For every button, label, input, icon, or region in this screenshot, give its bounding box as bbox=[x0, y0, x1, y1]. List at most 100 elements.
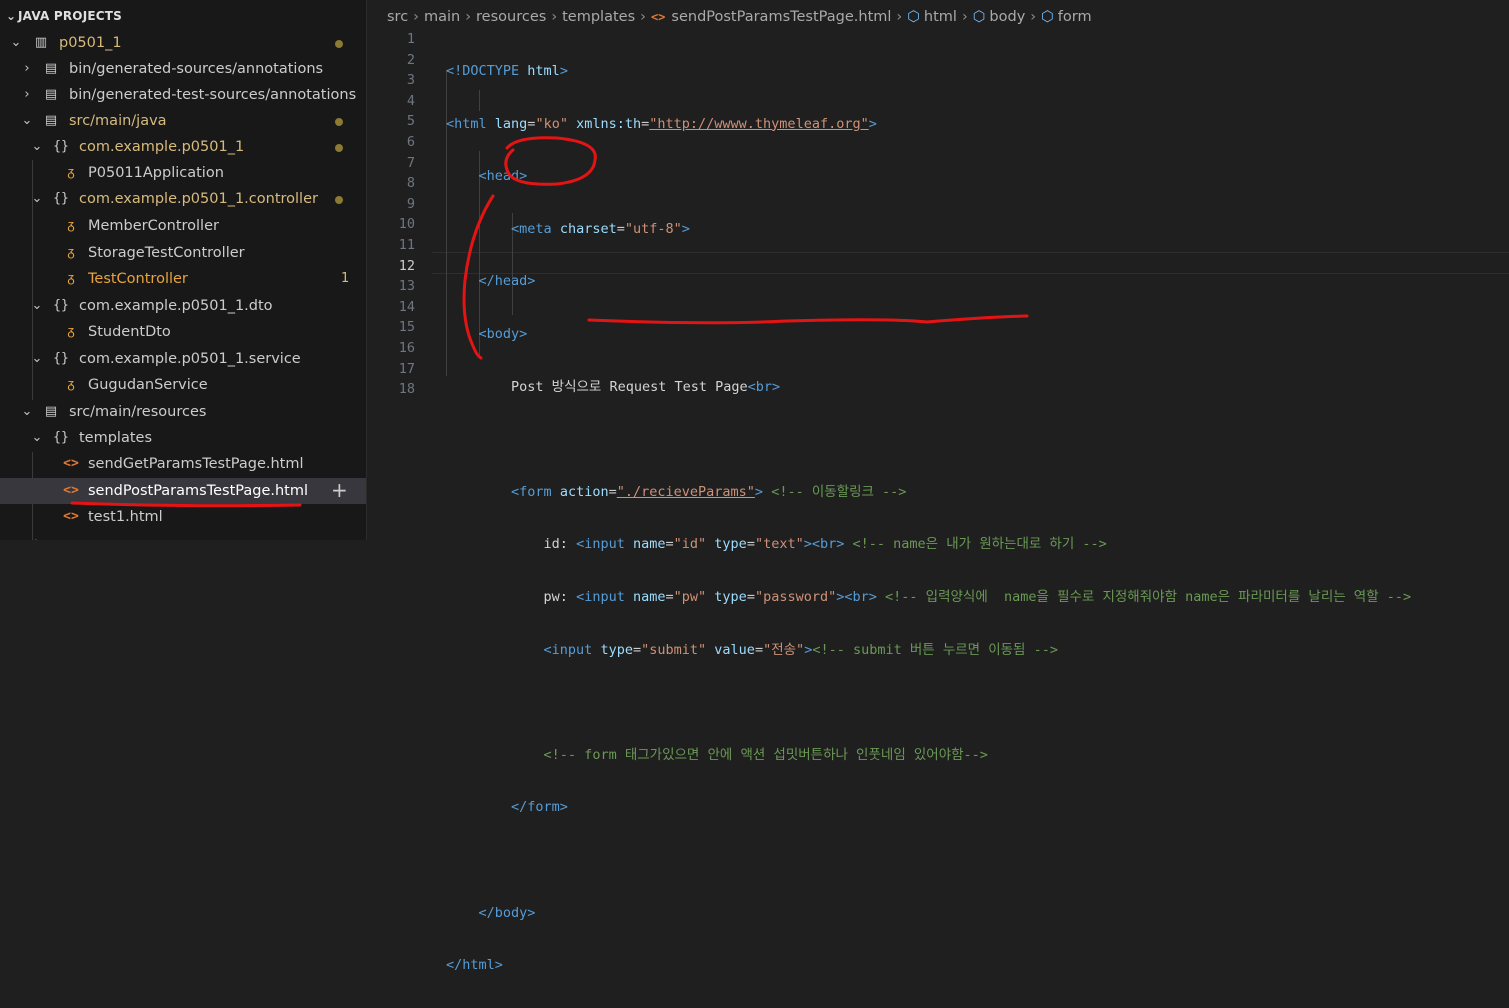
code-line: </head> bbox=[446, 271, 1411, 292]
html-file-icon: <> bbox=[650, 10, 666, 24]
token-text: id: bbox=[543, 536, 577, 553]
tree-item-src-main-resources[interactable]: ⌄ ▤ src/main/resources bbox=[0, 399, 366, 425]
tree-item-package-root[interactable]: ⌄ {} com.example.p0501_1 bbox=[0, 134, 366, 160]
token-tag: <meta bbox=[511, 220, 552, 237]
token-bracket: > bbox=[754, 483, 764, 500]
token-tag: </form> bbox=[511, 799, 568, 816]
token-eq: = bbox=[665, 588, 674, 605]
tree-item-generated-test-sources[interactable]: › ▤ bin/generated-test-sources/annotatio… bbox=[0, 82, 366, 108]
chevron-right-icon: › bbox=[30, 530, 44, 540]
chevron-right-icon: › bbox=[1030, 9, 1037, 25]
chevron-right-icon: › bbox=[24, 61, 30, 76]
token-url[interactable]: "http://wwww.thymeleaf.org" bbox=[649, 116, 868, 132]
class-icon: ᵹ bbox=[67, 165, 75, 180]
token-tag: <head> bbox=[478, 168, 528, 185]
line-number: 2 bbox=[406, 51, 415, 68]
tree-item-src-main-java[interactable]: ⌄ ▤ src/main/java bbox=[0, 108, 366, 134]
token-tag: <input bbox=[576, 588, 625, 605]
code-line: Post 방식으로 Request Test Page<br> bbox=[446, 377, 1411, 398]
tree-item-package-controller[interactable]: ⌄ {} com.example.p0501_1.controller bbox=[0, 186, 366, 212]
class-icon: ᵹ bbox=[67, 271, 75, 286]
line-number: 5 bbox=[406, 113, 415, 130]
package-icon: {} bbox=[53, 430, 69, 445]
breadcrumb-item[interactable]: sendPostParamsTestPage.html bbox=[671, 9, 891, 25]
token-tag: <form bbox=[511, 483, 552, 500]
breadcrumb-item[interactable]: main bbox=[424, 9, 460, 25]
tree-item-testcontroller[interactable]: ᵹ TestController 1 bbox=[0, 266, 366, 292]
tree-item-test1[interactable]: <> test1.html bbox=[0, 504, 366, 530]
chevron-down-icon: ⌄ bbox=[6, 9, 17, 23]
token-attr: charset bbox=[559, 220, 617, 237]
token-tag: </html> bbox=[446, 957, 503, 974]
token-eq: = bbox=[754, 641, 764, 658]
tree-item-generated-sources[interactable]: › ▤ bin/generated-sources/annotations bbox=[0, 56, 366, 82]
token-eq: = bbox=[608, 483, 617, 500]
breadcrumb-item[interactable]: src bbox=[387, 9, 408, 25]
tree-item-studentdto[interactable]: ᵹ StudentDto bbox=[0, 319, 366, 345]
token-doctype: <!DOCTYPE bbox=[446, 63, 520, 79]
token-string: "ko" bbox=[535, 115, 568, 132]
line-number: 13 bbox=[398, 278, 415, 295]
token-comment: <!-- 입력양식에 name을 필수로 지정해줘야함 name은 파라미터를 … bbox=[885, 588, 1412, 605]
line-number: 18 bbox=[398, 381, 415, 398]
code-line: <body> bbox=[446, 324, 1411, 345]
tree-item-project[interactable]: ⌄ ▥ p0501_1 bbox=[0, 30, 366, 56]
code-line: <form action="./recieveParams"> <!-- 이동할… bbox=[446, 482, 1411, 503]
tree-item-membercontroller[interactable]: ᵹ MemberController bbox=[0, 213, 366, 239]
tree-item-p05011application[interactable]: ᵹ P05011Application bbox=[0, 160, 366, 186]
line-number: 14 bbox=[398, 298, 415, 315]
package-icon: {} bbox=[53, 351, 69, 366]
token-text: pw: bbox=[543, 588, 577, 605]
breadcrumb-item[interactable]: form bbox=[1058, 9, 1092, 25]
breadcrumb-item[interactable]: html bbox=[924, 9, 957, 25]
breadcrumb-item[interactable]: resources bbox=[476, 9, 546, 25]
token-tag: <br> bbox=[747, 378, 781, 395]
chevron-right-icon: › bbox=[24, 87, 30, 102]
line-number: 3 bbox=[406, 72, 415, 89]
modified-dot bbox=[335, 40, 343, 48]
chevron-down-icon: ⌄ bbox=[31, 191, 43, 206]
line-number: 1 bbox=[406, 31, 415, 47]
chevron-right-icon: › bbox=[551, 9, 558, 25]
token-eq: = bbox=[746, 536, 755, 553]
token-tag: <body> bbox=[478, 325, 528, 342]
token-attr: value bbox=[714, 641, 755, 658]
add-icon[interactable]: + bbox=[331, 477, 348, 503]
breadcrumb-item[interactable]: body bbox=[989, 9, 1025, 25]
token-tag: </head> bbox=[478, 273, 536, 290]
tree-item-templates[interactable]: ⌄ {} templates bbox=[0, 425, 366, 451]
line-number-active: 12 bbox=[398, 257, 415, 274]
chevron-right-icon: › bbox=[961, 9, 968, 25]
token-bracket: > bbox=[836, 588, 845, 605]
tree-item-gugudanservice[interactable]: ᵹ GugudanService bbox=[0, 372, 366, 398]
tree-item-storagetestcontroller[interactable]: ᵹ StorageTestController bbox=[0, 240, 366, 266]
token-comment: <!-- form 태그가있으면 안에 액션 섭밋버튼하나 인풋네임 있어야함-… bbox=[543, 746, 988, 763]
token-url[interactable]: "./recieveParams" bbox=[617, 484, 755, 500]
chevron-down-icon: ⌄ bbox=[31, 298, 43, 313]
code-text[interactable]: <!DOCTYPE html> <html lang="ko" xmlns:th… bbox=[446, 29, 1411, 1008]
code-line: <meta charset="utf-8"> bbox=[446, 219, 1411, 240]
html-file-icon: <> bbox=[63, 509, 79, 524]
code-line: <html lang="ko" xmlns:th="http://wwww.th… bbox=[446, 114, 1411, 135]
modified-dot bbox=[335, 144, 343, 152]
chevron-right-icon: › bbox=[465, 9, 472, 25]
token-eq: = bbox=[746, 588, 755, 605]
tree-item-package-dto[interactable]: ⌄ {} com.example.p0501_1.dto bbox=[0, 293, 366, 319]
breadcrumb-item[interactable]: templates bbox=[562, 9, 635, 25]
token-eq: = bbox=[665, 536, 674, 553]
cube-icon: ⬡ bbox=[972, 9, 986, 25]
class-icon: ᵹ bbox=[67, 218, 75, 233]
line-number: 11 bbox=[398, 236, 415, 253]
tree-item-sendgetparamstestpage[interactable]: <> sendGetParamsTestPage.html bbox=[0, 451, 366, 477]
line-number: 8 bbox=[406, 175, 415, 192]
code-line: id: <input name="id" type="text"><br> <!… bbox=[446, 534, 1411, 555]
tree-item-sendpostparamstestpage[interactable]: <> sendPostParamsTestPage.html + bbox=[0, 478, 366, 504]
line-number: 7 bbox=[406, 154, 415, 171]
token-attr: type bbox=[714, 588, 747, 605]
chevron-down-icon: ⌄ bbox=[31, 139, 43, 154]
token-eq: = bbox=[632, 641, 642, 658]
tree-item-package-service[interactable]: ⌄ {} com.example.p0501_1.service bbox=[0, 346, 366, 372]
java-projects-header[interactable]: ⌄ JAVA PROJECTS bbox=[0, 0, 122, 32]
